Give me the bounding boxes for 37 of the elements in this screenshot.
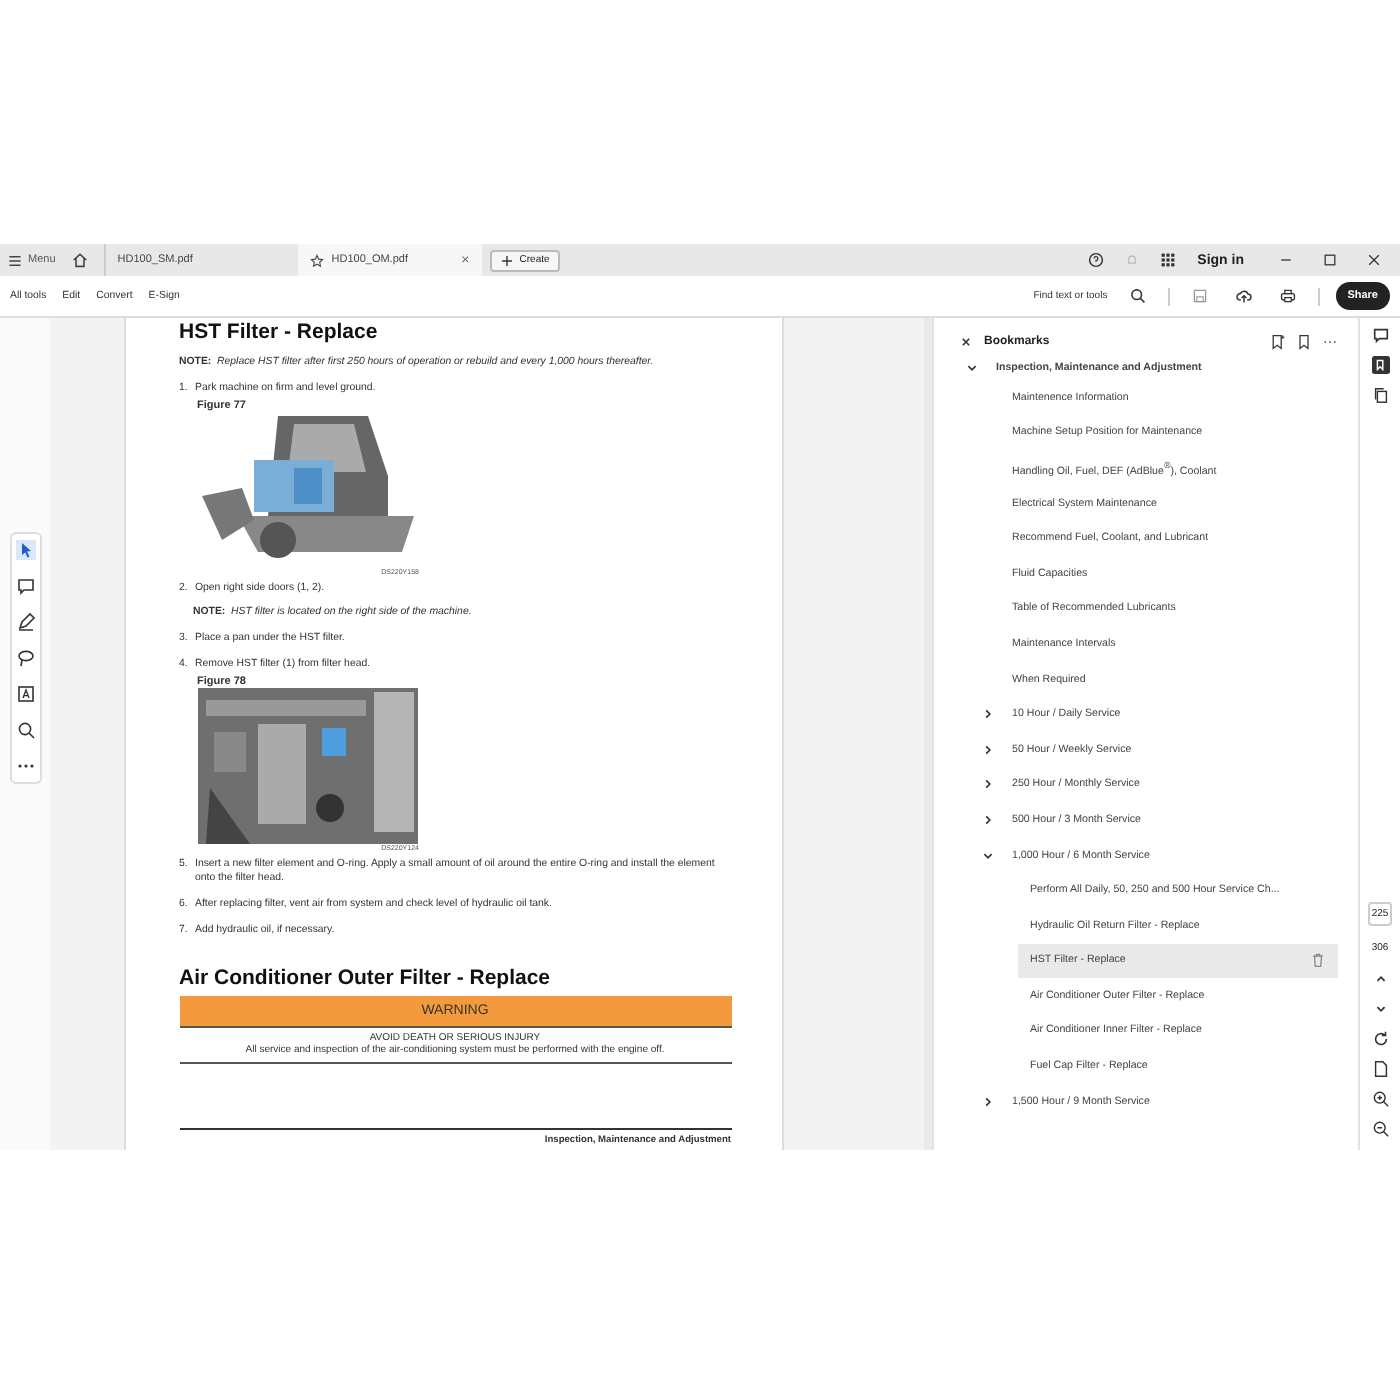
zoom-out-icon[interactable] [1371, 1120, 1389, 1138]
plus-icon [499, 253, 514, 267]
section-heading: Air Conditioner Outer Filter - Replace [179, 965, 553, 990]
menu-icon [8, 253, 22, 267]
print-icon[interactable] [1279, 288, 1296, 304]
chevron-icon[interactable] [982, 813, 994, 826]
comment-icon[interactable] [15, 576, 35, 596]
star-icon[interactable] [309, 253, 324, 267]
section-heading: HST Filter - Replace [179, 320, 380, 344]
bookmark-icon[interactable] [1296, 334, 1312, 350]
chevron-icon[interactable] [982, 743, 994, 756]
close-icon[interactable] [1366, 252, 1382, 268]
lasso-icon[interactable] [15, 648, 35, 668]
cursor-icon[interactable] [15, 540, 35, 560]
chevron-icon[interactable] [982, 1095, 994, 1108]
document-icon[interactable] [1371, 1060, 1389, 1078]
search-icon[interactable] [1129, 288, 1146, 304]
help-icon[interactable] [1087, 252, 1104, 268]
refresh-icon[interactable] [1371, 1030, 1389, 1048]
home-icon[interactable] [71, 252, 88, 268]
chevron-icon[interactable] [982, 849, 994, 862]
pages-icon[interactable] [1371, 386, 1389, 404]
comment-icon[interactable] [1371, 326, 1389, 344]
zoom-in-icon[interactable] [1371, 1090, 1389, 1108]
close-icon[interactable] [958, 334, 974, 350]
add-bookmark-icon[interactable] [1270, 334, 1286, 350]
save-icon[interactable] [1191, 288, 1208, 304]
cloud-upload-icon[interactable] [1235, 288, 1252, 304]
pen-icon[interactable] [15, 612, 35, 632]
chevron-icon[interactable] [982, 778, 994, 791]
chevron-icon[interactable] [966, 361, 978, 373]
maximize-icon[interactable] [1322, 252, 1338, 268]
apps-icon[interactable] [1159, 252, 1176, 268]
bookmarks-icon[interactable] [1371, 356, 1389, 374]
text-box-icon[interactable] [15, 684, 35, 704]
chevron-icon[interactable] [982, 708, 994, 721]
trash-icon[interactable] [1310, 952, 1326, 969]
